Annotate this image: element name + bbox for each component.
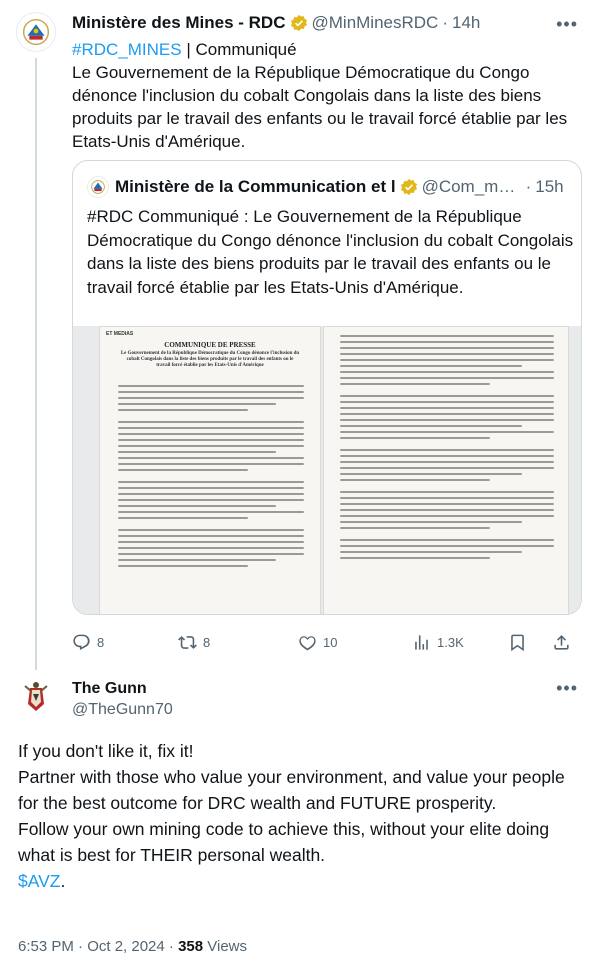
separator-dot: ·	[442, 13, 448, 32]
views-icon	[415, 634, 428, 650]
hashtag-link[interactable]: #RDC_MINES	[72, 40, 182, 59]
document-heading: Le Gouvernement de la République Démocra…	[120, 351, 300, 368]
views-button[interactable]: 1.3K	[412, 630, 464, 654]
document-text-lines	[118, 385, 304, 571]
document-title: COMMUNIQUE DE PRESSE	[164, 341, 256, 349]
share-button[interactable]	[552, 630, 577, 654]
separator-dot: ·	[525, 177, 532, 196]
like-button[interactable]: 10	[298, 630, 337, 654]
tweet-text: If you don't like it, fix it! Partner wi…	[18, 738, 583, 894]
retweet-icon	[178, 635, 197, 649]
tweet-text: #RDC_MINES | Communiqué Le Gouvernement …	[72, 38, 582, 153]
reply-count: 8	[97, 634, 105, 650]
quote-image-press-release[interactable]: ET MEDIAS COMMUNIQUE DE PRESSE Le Gouver…	[73, 326, 581, 614]
author-handle[interactable]: @TheGunn70	[72, 701, 173, 719]
document-page-1: ET MEDIAS COMMUNIQUE DE PRESSE Le Gouver…	[99, 326, 321, 614]
verified-gold-badge-icon	[400, 178, 418, 196]
tweet-label: | Communiqué	[181, 40, 297, 59]
avatar-the-gunn[interactable]	[16, 678, 56, 718]
views-count: 1.3K	[437, 634, 464, 650]
reply-button[interactable]: 8	[72, 630, 104, 654]
views-count: 358	[178, 938, 204, 955]
quote-author-name[interactable]: Ministère de la Communication et l	[115, 177, 396, 197]
bookmark-button[interactable]	[508, 630, 533, 654]
cashtag-suffix: .	[60, 871, 66, 891]
tweet-header: Ministère des Mines - RDC @MinMinesRDC ·…	[72, 12, 582, 34]
thread-connector	[35, 58, 37, 670]
quote-time[interactable]: 15h	[535, 177, 563, 197]
like-icon	[299, 635, 316, 650]
document-tag: ET MEDIAS	[106, 331, 134, 337]
repost-count: 8	[203, 634, 211, 650]
views-label: Views	[203, 938, 248, 955]
quote-tweet-card[interactable]: Ministère de la Communication et l @Com_…	[72, 160, 582, 615]
quote-text: #RDC Communiqué : Le Gouvernement de la …	[87, 207, 574, 297]
share-icon	[554, 634, 569, 650]
reply-icon	[73, 634, 90, 650]
repost-button[interactable]: 8	[178, 630, 210, 654]
avatar-ministere-mines[interactable]	[16, 12, 56, 52]
document-text-lines	[340, 335, 554, 563]
author-handle[interactable]: @MinMinesRDC	[312, 13, 439, 33]
quote-header: Ministère de la Communication et l @Com_…	[87, 175, 569, 199]
tweet-timestamp[interactable]: 6:53 PM · Oct 2, 2024 ·	[18, 938, 178, 955]
tweet-meta: 6:53 PM · Oct 2, 2024 · 358 Views	[18, 938, 247, 955]
cashtag-link[interactable]: $AVZ	[18, 871, 60, 891]
tweet-actions: 8 8 10 1.3K	[72, 630, 582, 654]
like-count: 10	[323, 634, 338, 650]
quote-avatar[interactable]	[87, 176, 109, 198]
document-page-2	[323, 326, 569, 614]
tweet-line: If you don't like it, fix it!	[18, 741, 194, 761]
more-icon[interactable]: •••	[556, 678, 578, 699]
verified-gold-badge-icon	[290, 14, 308, 32]
bookmark-icon	[511, 634, 524, 651]
tweet-time[interactable]: 14h	[452, 13, 480, 33]
quote-author-handle[interactable]: @Com_media	[422, 177, 522, 197]
tweet-body: Le Gouvernement de la République Démocra…	[72, 63, 568, 151]
tweet-line: Follow your own mining code to achieve t…	[18, 819, 550, 865]
author-name[interactable]: The Gunn	[72, 680, 147, 698]
more-icon[interactable]: •••	[556, 14, 578, 35]
author-name[interactable]: Ministère des Mines - RDC	[72, 13, 286, 33]
focused-reply-tweet: The Gunn @TheGunn70 ••• If you don't lik…	[0, 670, 598, 970]
tweet-line: Partner with those who value your enviro…	[18, 767, 565, 813]
quoted-parent-tweet[interactable]: Ministère des Mines - RDC @MinMinesRDC ·…	[0, 0, 598, 670]
